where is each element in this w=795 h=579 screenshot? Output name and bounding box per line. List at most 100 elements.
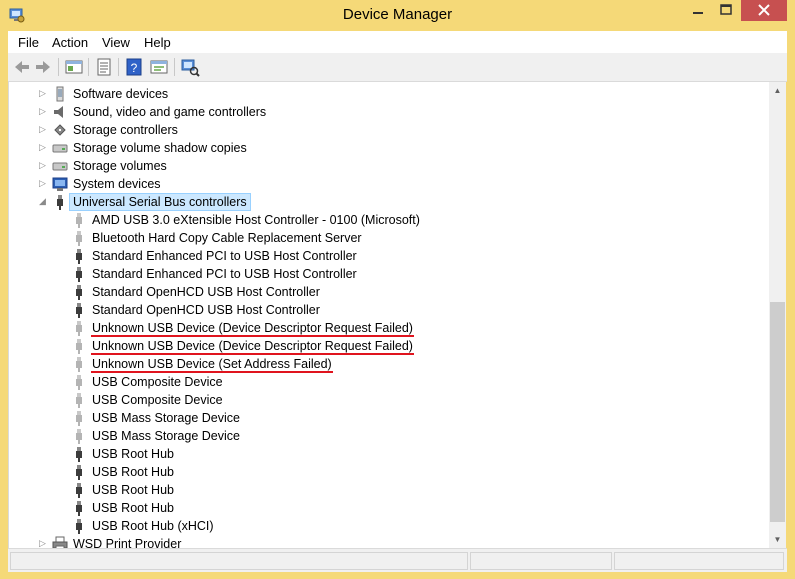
toolbar-separator xyxy=(88,58,89,76)
device-tree[interactable]: ▷ Software devices ▷ Sound, video and game … xyxy=(8,82,770,548)
tree-item-label: Storage controllers xyxy=(73,123,178,137)
usb-device-item[interactable]: USB Root Hub xyxy=(9,499,770,517)
tree-item-label: USB Mass Storage Device xyxy=(92,411,240,425)
usb-device-item[interactable]: Unknown USB Device (Set Address Failed) xyxy=(9,355,770,373)
tree-category[interactable]: ▷ Storage controllers xyxy=(9,121,770,139)
usb-device-item[interactable]: USB Composite Device xyxy=(9,391,770,409)
usb-device-item[interactable]: Standard OpenHCD USB Host Controller xyxy=(9,301,770,319)
usb-plug-icon xyxy=(76,465,82,480)
usb-plug-icon xyxy=(76,339,82,354)
usb-device-item[interactable]: USB Mass Storage Device xyxy=(9,427,770,445)
tree-item-label: AMD USB 3.0 eXtensible Host Controller -… xyxy=(92,213,420,227)
usb-device-item[interactable]: Bluetooth Hard Copy Cable Replacement Se… xyxy=(9,229,770,247)
tree-item-label: Sound, video and game controllers xyxy=(73,105,267,119)
svg-text:?: ? xyxy=(131,61,138,75)
menu-action[interactable]: Action xyxy=(52,35,88,50)
vertical-scrollbar[interactable]: ▲ ▼ xyxy=(769,82,786,548)
tree-item-label: Bluetooth Hard Copy Cable Replacement Se… xyxy=(92,231,362,245)
expand-arrow-icon[interactable]: ▷ xyxy=(39,179,48,188)
expand-arrow-icon[interactable]: ▷ xyxy=(39,107,48,116)
properties-icon[interactable] xyxy=(94,57,114,77)
usb-device-item[interactable]: Unknown USB Device (Device Descriptor Re… xyxy=(9,337,770,355)
usb-plug-icon xyxy=(76,267,82,282)
console-tree-icon[interactable] xyxy=(64,57,84,77)
usb-plug-icon xyxy=(76,393,82,408)
usb-device-item[interactable]: USB Mass Storage Device xyxy=(9,409,770,427)
window-title: Device Manager xyxy=(342,6,453,23)
menu-view[interactable]: View xyxy=(102,35,130,50)
tree-category[interactable]: ▷ System devices xyxy=(9,175,770,193)
status-cell xyxy=(470,552,612,570)
usb-plug-icon xyxy=(76,447,82,462)
usb-device-item[interactable]: USB Root Hub xyxy=(9,445,770,463)
tree-item-label: Storage volume shadow copies xyxy=(73,141,247,155)
expand-arrow-icon[interactable]: ▷ xyxy=(39,125,48,134)
expand-arrow-icon[interactable]: ▷ xyxy=(39,539,48,548)
tree-item-label: USB Mass Storage Device xyxy=(92,429,240,443)
tree-item-label: Standard OpenHCD USB Host Controller xyxy=(92,303,320,317)
update-driver-icon[interactable] xyxy=(149,57,169,77)
menu-file[interactable]: File xyxy=(18,35,39,50)
speaker-icon xyxy=(54,106,63,118)
close-icon[interactable] xyxy=(741,0,787,21)
help-icon[interactable]: ? xyxy=(124,57,144,77)
tree-item-label: USB Composite Device xyxy=(92,393,223,407)
usb-device-item[interactable]: USB Root Hub xyxy=(9,481,770,499)
tree-item-label: Standard Enhanced PCI to USB Host Contro… xyxy=(92,267,357,281)
usb-device-item[interactable]: Standard Enhanced PCI to USB Host Contro… xyxy=(9,247,770,265)
tree-item-label: Software devices xyxy=(73,87,169,101)
usb-plug-icon xyxy=(76,483,82,498)
status-bar xyxy=(8,548,787,572)
printer-icon xyxy=(52,536,68,548)
forward-arrow-icon[interactable] xyxy=(33,57,53,77)
expand-arrow-icon[interactable]: ▷ xyxy=(39,89,48,98)
tree-category[interactable]: ▷ Storage volume shadow copies xyxy=(9,139,770,157)
toolbar-separator xyxy=(58,58,59,76)
scan-hardware-icon[interactable] xyxy=(180,57,200,77)
expand-arrow-icon[interactable]: ▷ xyxy=(39,161,48,170)
usb-device-item[interactable]: USB Root Hub (xHCI) xyxy=(9,517,770,535)
usb-plug-icon xyxy=(76,411,82,426)
minimize-icon[interactable] xyxy=(684,0,712,21)
toolbar-separator xyxy=(118,58,119,76)
tree-category[interactable]: ▷ Software devices xyxy=(9,85,770,103)
toolbar: ? xyxy=(8,53,787,82)
collapse-arrow-icon[interactable]: ◢ xyxy=(39,197,48,206)
software-device-icon xyxy=(56,86,64,102)
tree-item-label: USB Root Hub xyxy=(92,483,174,497)
tree-category-usb[interactable]: ◢ Universal Serial Bus controllers xyxy=(9,193,770,211)
maximize-icon[interactable] xyxy=(712,0,740,21)
storage-volume-icon xyxy=(52,144,68,153)
tree-item-label: Unknown USB Device (Device Descriptor Re… xyxy=(92,321,413,335)
usb-plug-icon xyxy=(76,303,82,318)
tree-item-label: Unknown USB Device (Device Descriptor Re… xyxy=(92,339,413,353)
scroll-up-icon[interactable]: ▲ xyxy=(769,82,786,99)
usb-device-item[interactable]: AMD USB 3.0 eXtensible Host Controller -… xyxy=(9,211,770,229)
tree-item-label: Storage volumes xyxy=(73,159,167,173)
title-bar[interactable]: Device Manager xyxy=(0,0,795,31)
tree-item-label: USB Root Hub xyxy=(92,501,174,515)
usb-device-item[interactable]: Unknown USB Device (Device Descriptor Re… xyxy=(9,319,770,337)
scroll-down-icon[interactable]: ▼ xyxy=(769,531,786,548)
tree-item-label: Standard OpenHCD USB Host Controller xyxy=(92,285,320,299)
scroll-thumb[interactable] xyxy=(770,302,785,522)
usb-plug-icon xyxy=(76,285,82,300)
usb-device-item[interactable]: USB Root Hub xyxy=(9,463,770,481)
usb-device-item[interactable]: USB Composite Device xyxy=(9,373,770,391)
device-manager-window: Device Manager File Action View Help ? ▷… xyxy=(0,0,795,579)
tree-item-label: USB Root Hub xyxy=(92,465,174,479)
menu-bar: File Action View Help xyxy=(8,31,787,53)
usb-plug-icon xyxy=(76,321,82,336)
usb-device-item[interactable]: Standard Enhanced PCI to USB Host Contro… xyxy=(9,265,770,283)
usb-plug-icon xyxy=(76,231,82,246)
tree-category[interactable]: ▷ WSD Print Provider xyxy=(9,535,770,548)
usb-plug-icon xyxy=(76,375,82,390)
tree-item-label: Standard Enhanced PCI to USB Host Contro… xyxy=(92,249,357,263)
usb-device-item[interactable]: Standard OpenHCD USB Host Controller xyxy=(9,283,770,301)
tree-category[interactable]: ▷ Sound, video and game controllers xyxy=(9,103,770,121)
menu-help[interactable]: Help xyxy=(144,35,171,50)
expand-arrow-icon[interactable]: ▷ xyxy=(39,143,48,152)
back-arrow-icon[interactable] xyxy=(12,57,32,77)
tree-category[interactable]: ▷ Storage volumes xyxy=(9,157,770,175)
storage-controller-icon xyxy=(54,124,66,136)
